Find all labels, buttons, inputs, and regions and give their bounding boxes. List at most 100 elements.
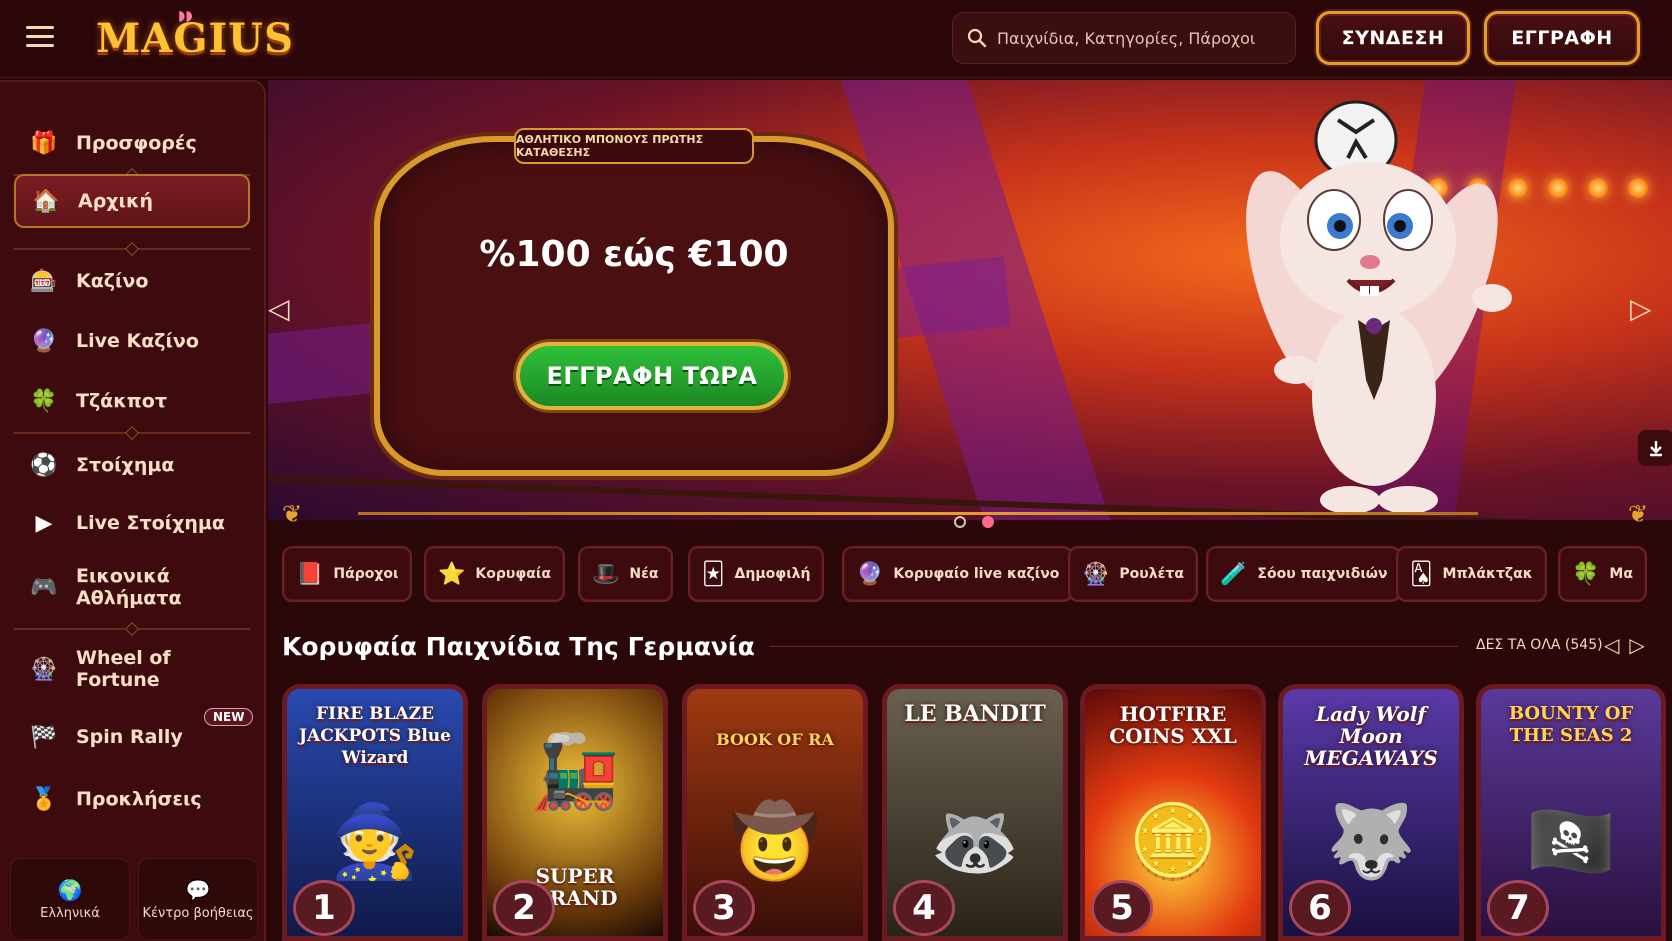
chip-new[interactable]: 🎩 Νέα	[578, 546, 673, 602]
sidebar-item-virtual-sports[interactable]: 🎮 Εικονικά Αθλήματα	[14, 556, 250, 618]
sidebar-item-casino[interactable]: 🎰 Καζίνο	[14, 254, 250, 308]
game-rank: 2	[493, 880, 555, 936]
sidebar-item-jackpot[interactable]: 🍀 Τζάκποτ	[14, 374, 250, 428]
search-input[interactable]	[997, 28, 1287, 48]
promo-tag: ΑΘΛΗΤΙΚΟ ΜΠΟΝΟΥΣ ΠΡΩΤΗΣ ΚΑΤΑΘΕΣΗΣ	[514, 128, 754, 164]
search-icon	[967, 28, 987, 48]
register-now-button[interactable]: ΕΓΓΡΑΦΗ ΤΩΡΑ	[516, 342, 788, 410]
game-title: FIRE BLAZE JACKPOTS Blue Wizard	[299, 704, 451, 768]
sidebar-item-live-casino[interactable]: 🔮 Live Καζίνο	[14, 314, 250, 368]
sidebar-item-label: Αρχική	[78, 190, 153, 212]
game-title: Lady Wolf Moon MEGAWAYS	[1304, 702, 1438, 770]
live-betting-icon: ▶	[35, 510, 53, 536]
promo-amount: %100 εώς €100	[479, 234, 789, 275]
book-icon: 📕	[296, 561, 324, 587]
sidebar: 🎁 Προσφορές 🏠 Αρχική 🎰 Καζίνο 🔮 Live Καζ…	[0, 80, 266, 941]
section-title: Κορυφαία Παιχνίδια Της Γερμανία	[282, 632, 755, 661]
chip-label: Ρουλέτα	[1119, 566, 1184, 582]
gift-icon: 🎁	[30, 130, 58, 156]
search-bar[interactable]	[952, 12, 1296, 64]
game-card[interactable]: FIRE BLAZE JACKPOTS Blue Wizard 🧙 1	[282, 684, 468, 941]
jackpot-icon: 🍀	[1572, 561, 1600, 587]
chip-popular[interactable]: 🃏 Δημοφιλή	[688, 546, 825, 602]
download-icon	[1650, 441, 1662, 457]
carousel-dot-2[interactable]	[982, 516, 994, 528]
download-app-button[interactable]	[1638, 430, 1672, 466]
chip-label: Μπλάκτζακ	[1442, 566, 1533, 582]
sidebar-divider	[14, 248, 250, 250]
sidebar-item-live-betting[interactable]: ▶ Live Στοίχημα	[14, 496, 250, 550]
sidebar-item-wheel-of-fortune[interactable]: 🎡 Wheel of Fortune	[14, 638, 250, 700]
new-badge: NEW	[204, 708, 254, 726]
wanted-poster-art-icon: 🦝	[930, 799, 1020, 883]
banner-prev-arrow-icon[interactable]: ◁	[268, 292, 290, 325]
jackpot-icon: 🍀	[30, 388, 58, 414]
chip-jackpot[interactable]: 🍀 Μα	[1558, 546, 1647, 602]
sidebar-item-betting[interactable]: ⚽ Στοίχημα	[14, 438, 250, 492]
sidebar-item-label: Τζάκποτ	[76, 390, 167, 412]
ornament-curl-icon: ❦	[282, 500, 303, 528]
pirate-art-icon: 🏴‍☠️	[1526, 799, 1616, 883]
chip-label: Πάροχοι	[333, 566, 399, 582]
chip-top[interactable]: ⭐ Κορυφαία	[424, 546, 565, 602]
sidebar-item-label: Wheel of Fortune	[76, 647, 171, 691]
top-hat-star-icon: ⭐	[438, 561, 466, 587]
home-icon: 🏠	[32, 188, 60, 214]
language-selector[interactable]: 🌍 Ελληνικά	[10, 858, 130, 940]
sidebar-item-challenges[interactable]: 🏅 Προκλήσεις	[14, 772, 250, 826]
live-casino-icon: 🔮	[856, 561, 884, 587]
game-rank: 6	[1289, 880, 1351, 936]
jester-icon: 🃏	[702, 561, 725, 587]
section-prev-arrow-icon[interactable]: ◁	[1604, 633, 1619, 657]
hamburger-menu-icon[interactable]	[26, 26, 54, 50]
promo-banner[interactable]: ΑΘΛΗΤΙΚΟ ΜΠΟΝΟΥΣ ΠΡΩΤΗΣ ΚΑΤΑΘΕΣΗΣ %100 ε…	[268, 80, 1672, 520]
game-card[interactable]: LE BANDIT 🦝 4	[882, 684, 1068, 941]
chip-blackjack[interactable]: 🂡 Μπλάκτζακ	[1396, 546, 1547, 602]
chip-game-shows[interactable]: 🧪 Σόου παιχνιδιών	[1206, 546, 1402, 602]
coin-art-icon: 🪙	[1128, 799, 1218, 883]
sidebar-item-home[interactable]: 🏠 Αρχική	[14, 174, 250, 228]
game-rank: 4	[893, 880, 955, 936]
game-title: LE BANDIT	[904, 701, 1046, 727]
chip-label: Κορυφαία	[475, 566, 551, 582]
wolf-art-icon: 🐺	[1326, 799, 1416, 883]
chip-providers[interactable]: 📕 Πάροχοι	[282, 546, 413, 602]
magius-logo[interactable]: MAGIUS ◗◗	[96, 8, 294, 66]
see-all-link[interactable]: ΔΕΣ ΤΑ ΟΛΑ (545)	[1476, 637, 1603, 653]
game-rank: 3	[693, 880, 755, 936]
chip-label: Κορυφαίο live καζίνο	[893, 566, 1060, 582]
game-card[interactable]: BOUNTY OF THE SEAS 2 🏴‍☠️ 7	[1476, 684, 1666, 941]
game-card[interactable]: Lady Wolf Moon MEGAWAYS 🐺 6	[1278, 684, 1464, 941]
sidebar-item-promotions[interactable]: 🎁 Προσφορές	[14, 116, 250, 170]
chip-roulette[interactable]: 🎡 Ρουλέτα	[1068, 546, 1198, 602]
carousel-dot-1[interactable]	[954, 516, 966, 528]
game-title: BOOK OF RA	[716, 730, 834, 749]
sidebar-item-label: Live Στοίχημα	[76, 512, 225, 534]
chip-top-live-casino[interactable]: 🔮 Κορυφαίο live καζίνο	[842, 546, 1074, 602]
chip-label: Μα	[1609, 566, 1633, 582]
category-chips: 📕 Πάροχοι ⭐ Κορυφαία 🎩 Νέα 🃏 Δημοφιλή 🔮 Κορυφ…	[282, 546, 1662, 602]
game-card[interactable]: BOOK OF RA 🤠 3	[682, 684, 868, 941]
roulette-icon: 🎡	[1082, 561, 1110, 587]
gold-divider	[358, 512, 1478, 515]
wizard-art-icon: 🧙	[330, 799, 420, 883]
banner-next-arrow-icon[interactable]: ▷	[1630, 292, 1652, 325]
magic-hat-icon: 🎩	[592, 561, 620, 587]
sidebar-item-label: Προκλήσεις	[76, 788, 202, 810]
register-button[interactable]: ΕΓΓΡΑΦΗ	[1484, 11, 1640, 65]
logo-text: MAGIUS	[96, 14, 294, 62]
top-header: MAGIUS ◗◗ ΣΥΝΔΕΣΗ ΕΓΓΡΑΦΗ	[0, 0, 1672, 78]
game-rank: 1	[293, 880, 355, 936]
cards-icon: 🂡	[1410, 561, 1433, 587]
game-rank: 7	[1487, 880, 1549, 936]
login-button[interactable]: ΣΥΝΔΕΣΗ	[1316, 11, 1470, 65]
bunny-mascot-illustration	[1246, 100, 1512, 514]
help-center-button[interactable]: 💬 Κέντρο βοήθειας	[138, 858, 258, 940]
chip-label: Νέα	[629, 566, 659, 582]
help-chat-icon: 💬	[185, 877, 211, 902]
game-card[interactable]: HOTFIRE COINS XXL 🪙 5	[1080, 684, 1266, 941]
section-next-arrow-icon[interactable]: ▷	[1629, 633, 1644, 657]
potion-icon: 🧪	[1220, 561, 1248, 587]
game-card[interactable]: SUPER GRAND 🚂 2	[482, 684, 668, 941]
language-label: Ελληνικά	[40, 905, 100, 921]
